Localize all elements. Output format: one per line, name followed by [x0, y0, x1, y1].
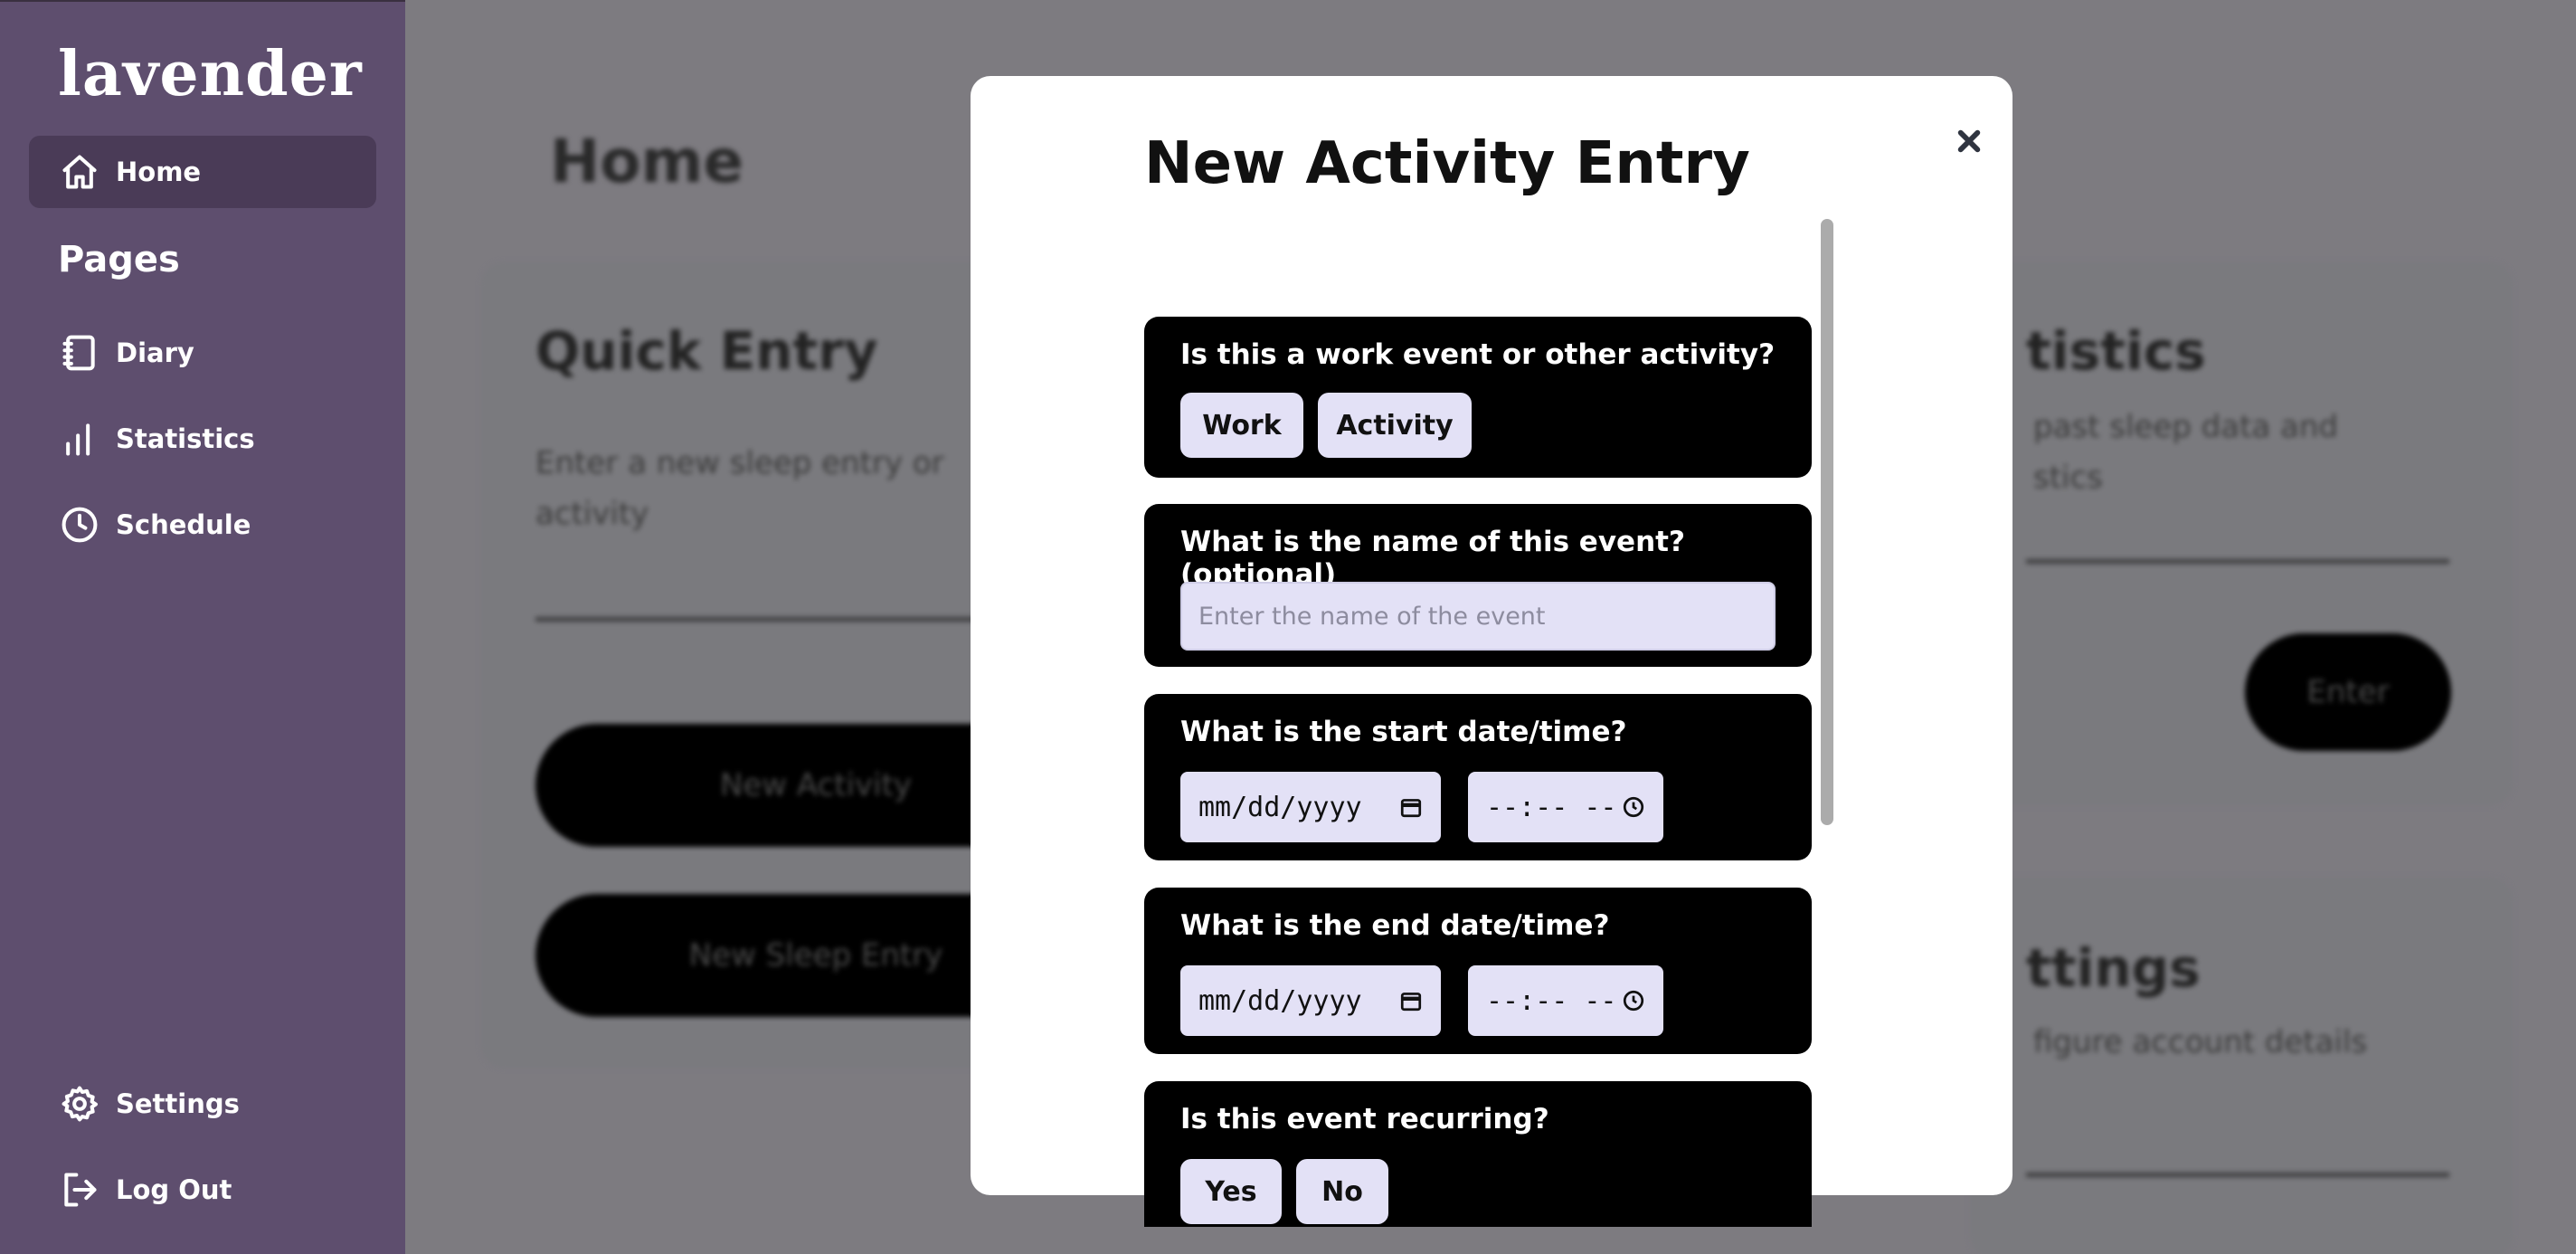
close-icon: [1957, 129, 1981, 153]
pages-heading: Pages: [58, 239, 180, 280]
end-time-input[interactable]: --:-- --: [1468, 965, 1663, 1036]
question-label: Is this a work event or other activity?: [1180, 338, 1776, 371]
start-time-input[interactable]: --:-- --: [1468, 772, 1663, 842]
calendar-icon: [1400, 993, 1422, 1012]
sidebar-item-label: Diary: [116, 337, 194, 368]
start-date-input[interactable]: mm/dd/yyyy: [1180, 772, 1441, 842]
close-button[interactable]: [1949, 121, 1989, 161]
page-title: Home: [550, 127, 744, 196]
clock-icon: [1623, 990, 1644, 1012]
sidebar-item-settings[interactable]: Settings: [29, 1068, 376, 1140]
question-card-type: Is this a work event or other activity? …: [1144, 317, 1812, 478]
statistics-desc-1: past sleep data and: [2033, 409, 2339, 445]
quick-entry-desc-2: activity: [535, 496, 649, 532]
date-placeholder: mm/dd/yyyy: [1198, 791, 1362, 823]
sidebar-item-label: Statistics: [116, 423, 255, 454]
work-option-button[interactable]: Work: [1180, 393, 1303, 458]
yes-option-button[interactable]: Yes: [1180, 1159, 1282, 1224]
sidebar: lavender Home Pages Diary Statistics Sch…: [0, 0, 405, 1254]
event-name-input[interactable]: Enter the name of the event: [1180, 582, 1776, 651]
question-label: Is this event recurring?: [1180, 1103, 1549, 1135]
sidebar-item-label: Log Out: [116, 1174, 232, 1205]
calendar-icon: [1400, 799, 1422, 818]
modal-title: New Activity Entry: [1144, 130, 1750, 197]
end-date-input[interactable]: mm/dd/yyyy: [1180, 965, 1441, 1036]
question-label: What is the end date/time?: [1180, 909, 1610, 942]
new-activity-modal: New Activity Entry Is this a work event …: [971, 76, 2012, 1227]
divider: [535, 617, 988, 622]
time-placeholder: --:-- --: [1486, 791, 1617, 823]
question-card-recurring: Is this event recurring? Yes No: [1144, 1081, 1812, 1227]
time-placeholder: --:-- --: [1486, 984, 1617, 1017]
quick-entry-desc-1: Enter a new sleep entry or: [535, 445, 944, 481]
logout-icon: [60, 1170, 99, 1210]
home-icon: [60, 152, 99, 192]
question-card-end: What is the end date/time? mm/dd/yyyy --…: [1144, 888, 1812, 1054]
sidebar-item-label: Settings: [116, 1088, 240, 1119]
no-option-button[interactable]: No: [1296, 1159, 1388, 1224]
question-label: What is the start date/time?: [1180, 716, 1627, 748]
date-placeholder: mm/dd/yyyy: [1198, 984, 1362, 1017]
statistics-title: tistics: [2026, 320, 2206, 382]
sidebar-item-label: Home: [116, 157, 202, 187]
sidebar-item-label: Schedule: [116, 509, 251, 540]
modal-form: Is this a work event or other activity? …: [1144, 239, 1824, 1227]
sidebar-item-statistics[interactable]: Statistics: [29, 403, 376, 475]
bar-chart-icon: [60, 419, 99, 459]
sidebar-item-logout[interactable]: Log Out: [29, 1154, 376, 1226]
clock-icon: [1623, 796, 1644, 818]
clock-icon: [60, 505, 99, 545]
app-logo: lavender: [58, 38, 363, 110]
settings-title: ttings: [2026, 937, 2201, 999]
divider: [2026, 559, 2449, 564]
question-card-name: What is the name of this event? (optiona…: [1144, 504, 1812, 667]
gear-icon: [60, 1084, 99, 1124]
sidebar-item-schedule[interactable]: Schedule: [29, 489, 376, 561]
statistics-enter-button[interactable]: Enter: [2245, 633, 2451, 751]
statistics-desc-2: stics: [2033, 460, 2103, 496]
quick-entry-title: Quick Entry: [535, 320, 878, 382]
sidebar-item-diary[interactable]: Diary: [29, 317, 376, 389]
question-card-start: What is the start date/time? mm/dd/yyyy …: [1144, 694, 1812, 860]
activity-option-button[interactable]: Activity: [1318, 393, 1472, 458]
notebook-icon: [60, 333, 99, 373]
divider: [2026, 1173, 2449, 1177]
settings-desc: figure account details: [2033, 1024, 2368, 1060]
sidebar-item-home[interactable]: Home: [29, 136, 376, 208]
